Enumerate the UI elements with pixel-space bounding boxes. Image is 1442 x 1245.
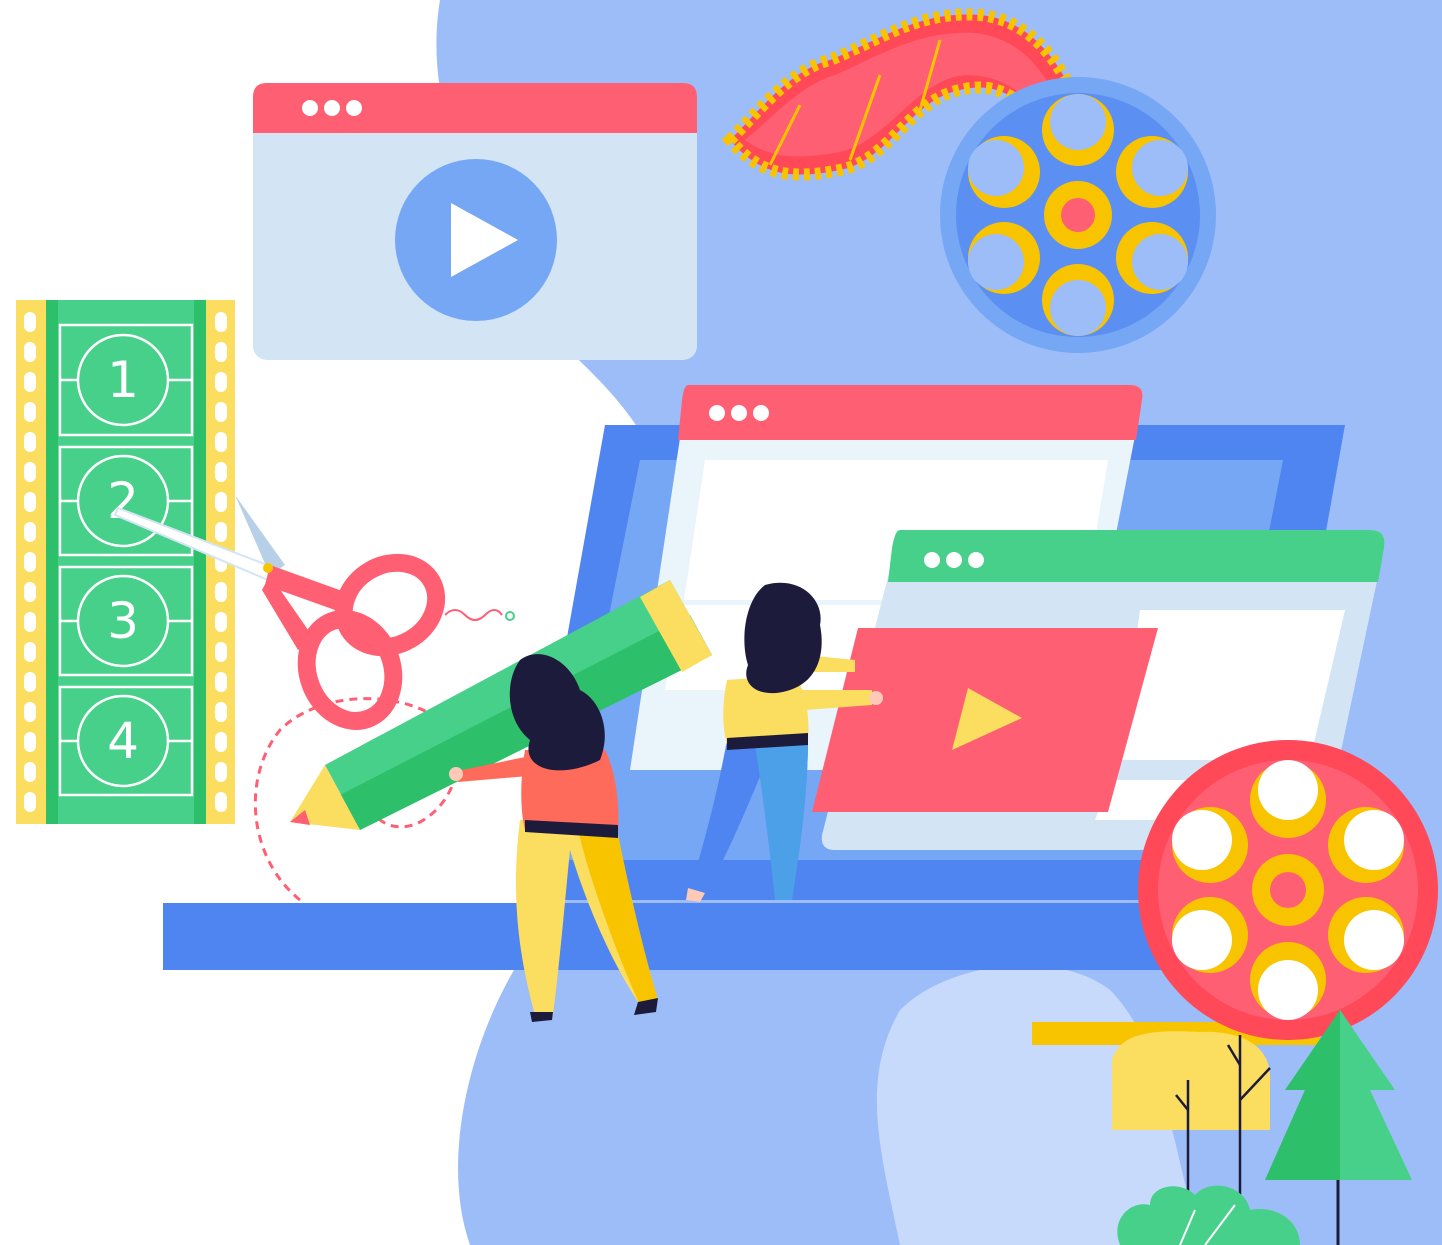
film-reel-icon [940,77,1216,353]
window-dots-icon [302,100,362,116]
window-dots-icon [924,552,984,568]
frame-label-1: 1 [107,351,139,409]
numbered-filmstrip: 1 2 3 4 [16,300,235,824]
video-card [812,628,1158,812]
video-editing-illustration: 1 2 3 4 [16,0,1442,1245]
window-dots-icon [709,405,769,421]
frame-label-3: 3 [107,592,139,650]
laptop-base [163,903,1303,970]
video-player-window [253,83,697,360]
frame-label-4: 4 [107,712,139,770]
